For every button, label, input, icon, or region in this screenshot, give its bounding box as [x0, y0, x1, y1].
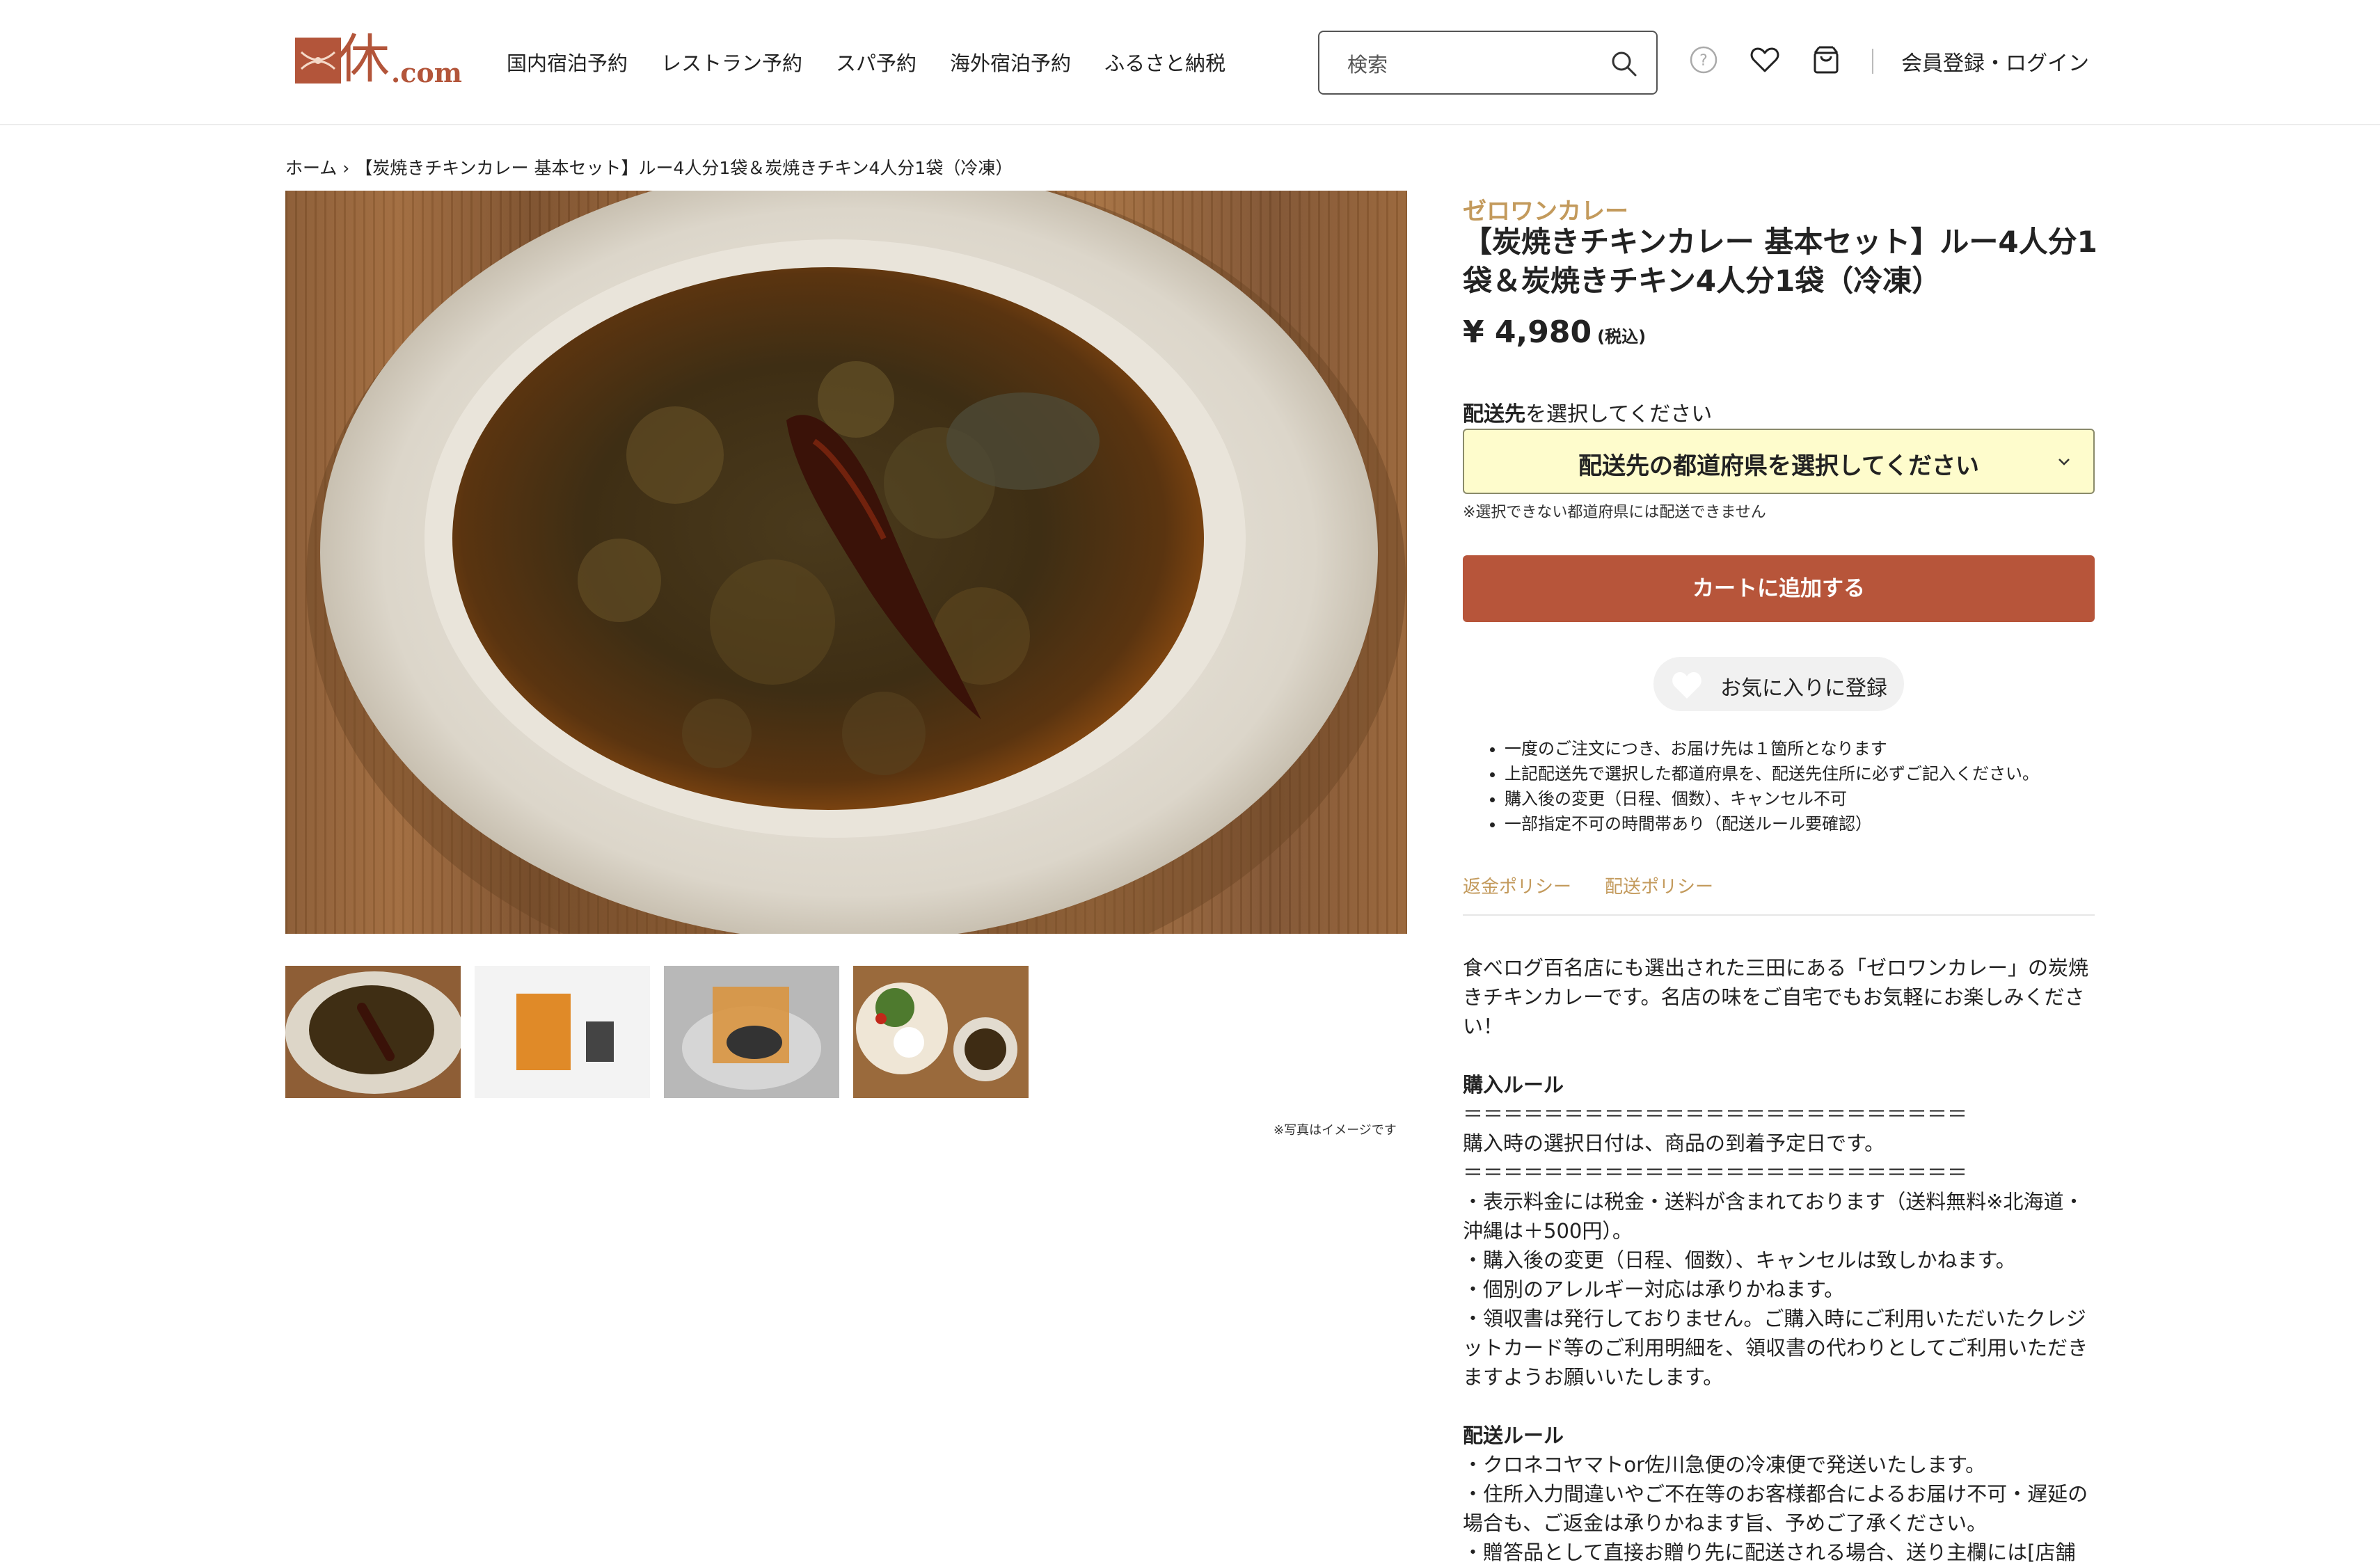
image-note: ※写真はイメージです [1274, 1123, 1397, 1138]
thumbnail-strip [285, 966, 1042, 1098]
main-nav: 国内宿泊予約 レストラン予約 スパ予約 海外宿泊予約 ふるさと納税 [507, 47, 1259, 77]
refund-policy-link[interactable]: 返金ポリシー [1463, 877, 1571, 898]
site-logo[interactable]: 休 .com [295, 29, 462, 90]
list-item: 一部指定不可の時間帯あり（配送ルール要確認） [1505, 811, 2039, 836]
search-placeholder: 検索 [1347, 53, 1388, 77]
breadcrumb-separator: › [342, 158, 350, 178]
divider [1463, 914, 2095, 916]
help-icon[interactable]: ? [1687, 43, 1720, 77]
shipping-label-bold: 配送先 [1463, 402, 1525, 427]
logo-kanji: 休 [337, 28, 390, 90]
product-price: ¥ 4,980 (税込) [1463, 315, 1646, 350]
prefecture-select[interactable]: 配送先の都道府県を選択してください [1463, 429, 2095, 494]
breadcrumb-home[interactable]: ホーム [285, 158, 337, 178]
heart-icon [1672, 672, 1701, 699]
shipping-policy-link[interactable]: 配送ポリシー [1605, 877, 1713, 898]
rule-line: ＝＝＝＝＝＝＝＝＝＝＝＝＝＝＝＝＝＝＝＝＝＝＝＝＝ [1463, 1161, 1968, 1184]
purchase-rule-item: ・個別のアレルギー対応は承りかねます。 [1463, 1278, 1845, 1301]
header-separator [1872, 49, 1873, 74]
rule-line: ＝＝＝＝＝＝＝＝＝＝＝＝＝＝＝＝＝＝＝＝＝＝＝＝＝ [1463, 1102, 1968, 1126]
prefecture-select-value: 配送先の都道府県を選択してください [1578, 452, 1979, 480]
select-note: ※選択できない都道府県には配送できません [1463, 504, 1766, 521]
favorite-label: お気に入りに登録 [1720, 676, 1887, 701]
breadcrumb: ホーム › 【炭焼きチキンカレー 基本セット】ルー4人分1袋＆炭焼きチキン4人分1袋… [285, 154, 1013, 180]
breadcrumb-current: 【炭焼きチキンカレー 基本セット】ルー4人分1袋＆炭焼きチキン4人分1袋（冷凍） [355, 158, 1013, 178]
purchase-date-note: 購入時の選択日付は、商品の到着予定日です。 [1463, 1131, 1885, 1155]
add-to-cart-button[interactable]: カートに追加する [1463, 555, 2095, 622]
shipping-rule-item: ・住所入力間違いやご不在等のお客様都合によるお届け不可・遅延の場合も、ご返金は承… [1463, 1482, 2088, 1535]
chevron-down-icon [2058, 459, 2070, 466]
tax-label: (税込) [1597, 327, 1647, 347]
purchase-rules-heading: 購入ルール [1463, 1073, 1564, 1097]
add-favorite-button[interactable]: お気に入りに登録 [1653, 657, 1904, 711]
product-main-image[interactable] [285, 191, 1407, 934]
search-icon[interactable] [1609, 49, 1640, 79]
purchase-rule-item: ・購入後の変更（日程、個数）、キャンセルは致しかねます。 [1463, 1248, 2016, 1272]
brand-name[interactable]: ゼロワンカレー [1463, 192, 1628, 226]
description-intro: 食べログ百名店にも選出された三田にある「ゼロワンカレー」の炭焼きチキンカレーです… [1463, 956, 2089, 1038]
shipping-label: 配送先を選択してください [1463, 397, 1712, 427]
purchase-rule-item: ・表示料金には税金・送料が含まれております（送料無料※北海道・沖縄は＋500円）… [1463, 1190, 2084, 1243]
product-description: 食べログ百名店にも選出された三田にある「ゼロワンカレー」の炭焼きチキンカレーです… [1463, 953, 2095, 1567]
product-title: 【炭焼きチキンカレー 基本セット】ルー4人分1袋＆炭焼きチキン4人分1袋（冷凍） [1463, 225, 2097, 298]
price-value: ¥ 4,980 [1463, 315, 1592, 350]
nav-spa[interactable]: スパ予約 [836, 47, 917, 77]
list-item: 購入後の変更（日程、個数）、キャンセル不可 [1505, 786, 2039, 811]
list-item: 上記配送先で選択した都道府県を、配送先住所に必ずご記入ください。 [1505, 761, 2039, 786]
nav-domestic-hotel[interactable]: 国内宿泊予約 [507, 47, 628, 77]
shipping-rules-heading: 配送ルール [1463, 1424, 1564, 1447]
shipping-label-rest: を選択してください [1525, 402, 1713, 427]
curry-bowl-illustration [306, 191, 1406, 934]
shipping-rule-item: ・クロネコヤマトor佐川急便の冷凍便で発送いたします。 [1463, 1453, 1986, 1477]
nav-overseas-hotel[interactable]: 海外宿泊予約 [950, 47, 1071, 77]
thumbnail-3[interactable] [664, 966, 839, 1098]
svg-text:?: ? [1699, 52, 1708, 70]
list-item: 一度のご注文につき、お届け先は１箇所となります [1505, 736, 2039, 761]
logo-mark-icon [295, 38, 341, 83]
login-link[interactable]: 会員登録・ログイン [1901, 46, 2089, 77]
thumbnail-2[interactable] [475, 966, 650, 1098]
shipping-rule-item: ・贈答品として直接お贈り先に配送される場合、送り主欄には[店舗 [1463, 1541, 2076, 1564]
purchase-notes: 一度のご注文につき、お届け先は１箇所となります 上記配送先で選択した都道府県を、… [1485, 736, 2039, 836]
nav-furusato[interactable]: ふるさと納税 [1104, 47, 1225, 77]
thumbnail-1[interactable] [285, 966, 461, 1098]
cart-icon[interactable] [1809, 43, 1843, 77]
search-input[interactable]: 検索 [1318, 31, 1658, 95]
site-header: 休 .com 国内宿泊予約 レストラン予約 スパ予約 海外宿泊予約 ふるさと納税… [0, 0, 2380, 125]
nav-restaurant[interactable]: レストラン予約 [661, 47, 802, 77]
policy-links: 返金ポリシー 配送ポリシー [1463, 873, 1747, 898]
purchase-rule-item: ・領収書は発行しておりません。ご購入時にご利用いただいたクレジットカード等のご利… [1463, 1307, 2088, 1389]
thumbnail-4[interactable] [853, 966, 1029, 1098]
heart-icon[interactable] [1748, 43, 1782, 77]
logo-suffix: .com [391, 57, 462, 88]
